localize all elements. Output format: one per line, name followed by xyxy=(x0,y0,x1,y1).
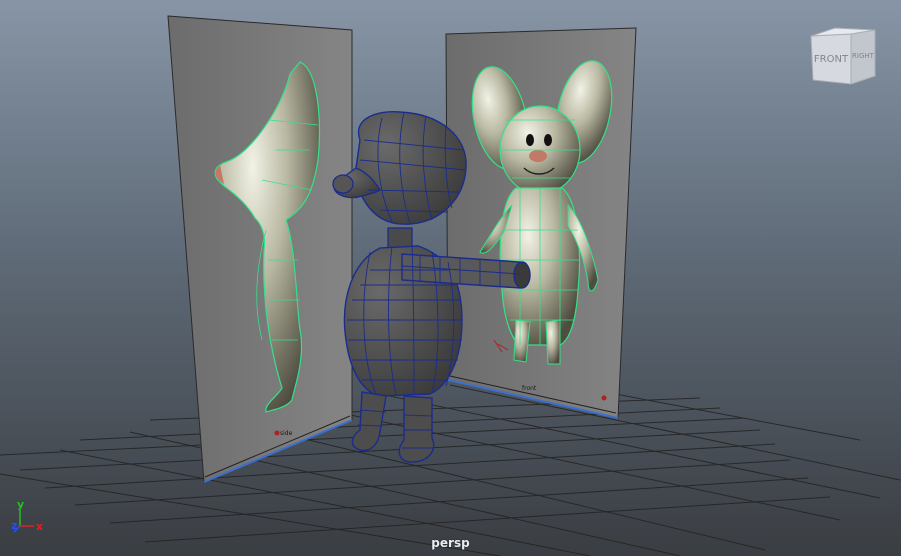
image-plane-front: front xyxy=(445,27,637,419)
ground-grid xyxy=(0,377,901,556)
scene-3d[interactable]: side front xyxy=(0,0,901,556)
axis-x-label: x xyxy=(36,520,43,533)
axis-gizmo: y z x xyxy=(8,498,48,538)
view-cube[interactable]: FRONT RIGHT xyxy=(805,22,885,92)
image-plane-side: side xyxy=(167,15,353,483)
viewcube-right-label[interactable]: RIGHT xyxy=(852,52,875,60)
side-plane-label: side xyxy=(280,430,293,437)
perspective-viewport[interactable]: side front FRONT RIGHT y z x persp xyxy=(0,0,901,556)
axis-y-label: y xyxy=(17,498,24,511)
axis-z-label: z xyxy=(11,519,17,532)
front-plane-label: front xyxy=(522,385,537,392)
camera-label: persp xyxy=(431,536,470,550)
viewcube-front-label[interactable]: FRONT xyxy=(814,54,849,65)
